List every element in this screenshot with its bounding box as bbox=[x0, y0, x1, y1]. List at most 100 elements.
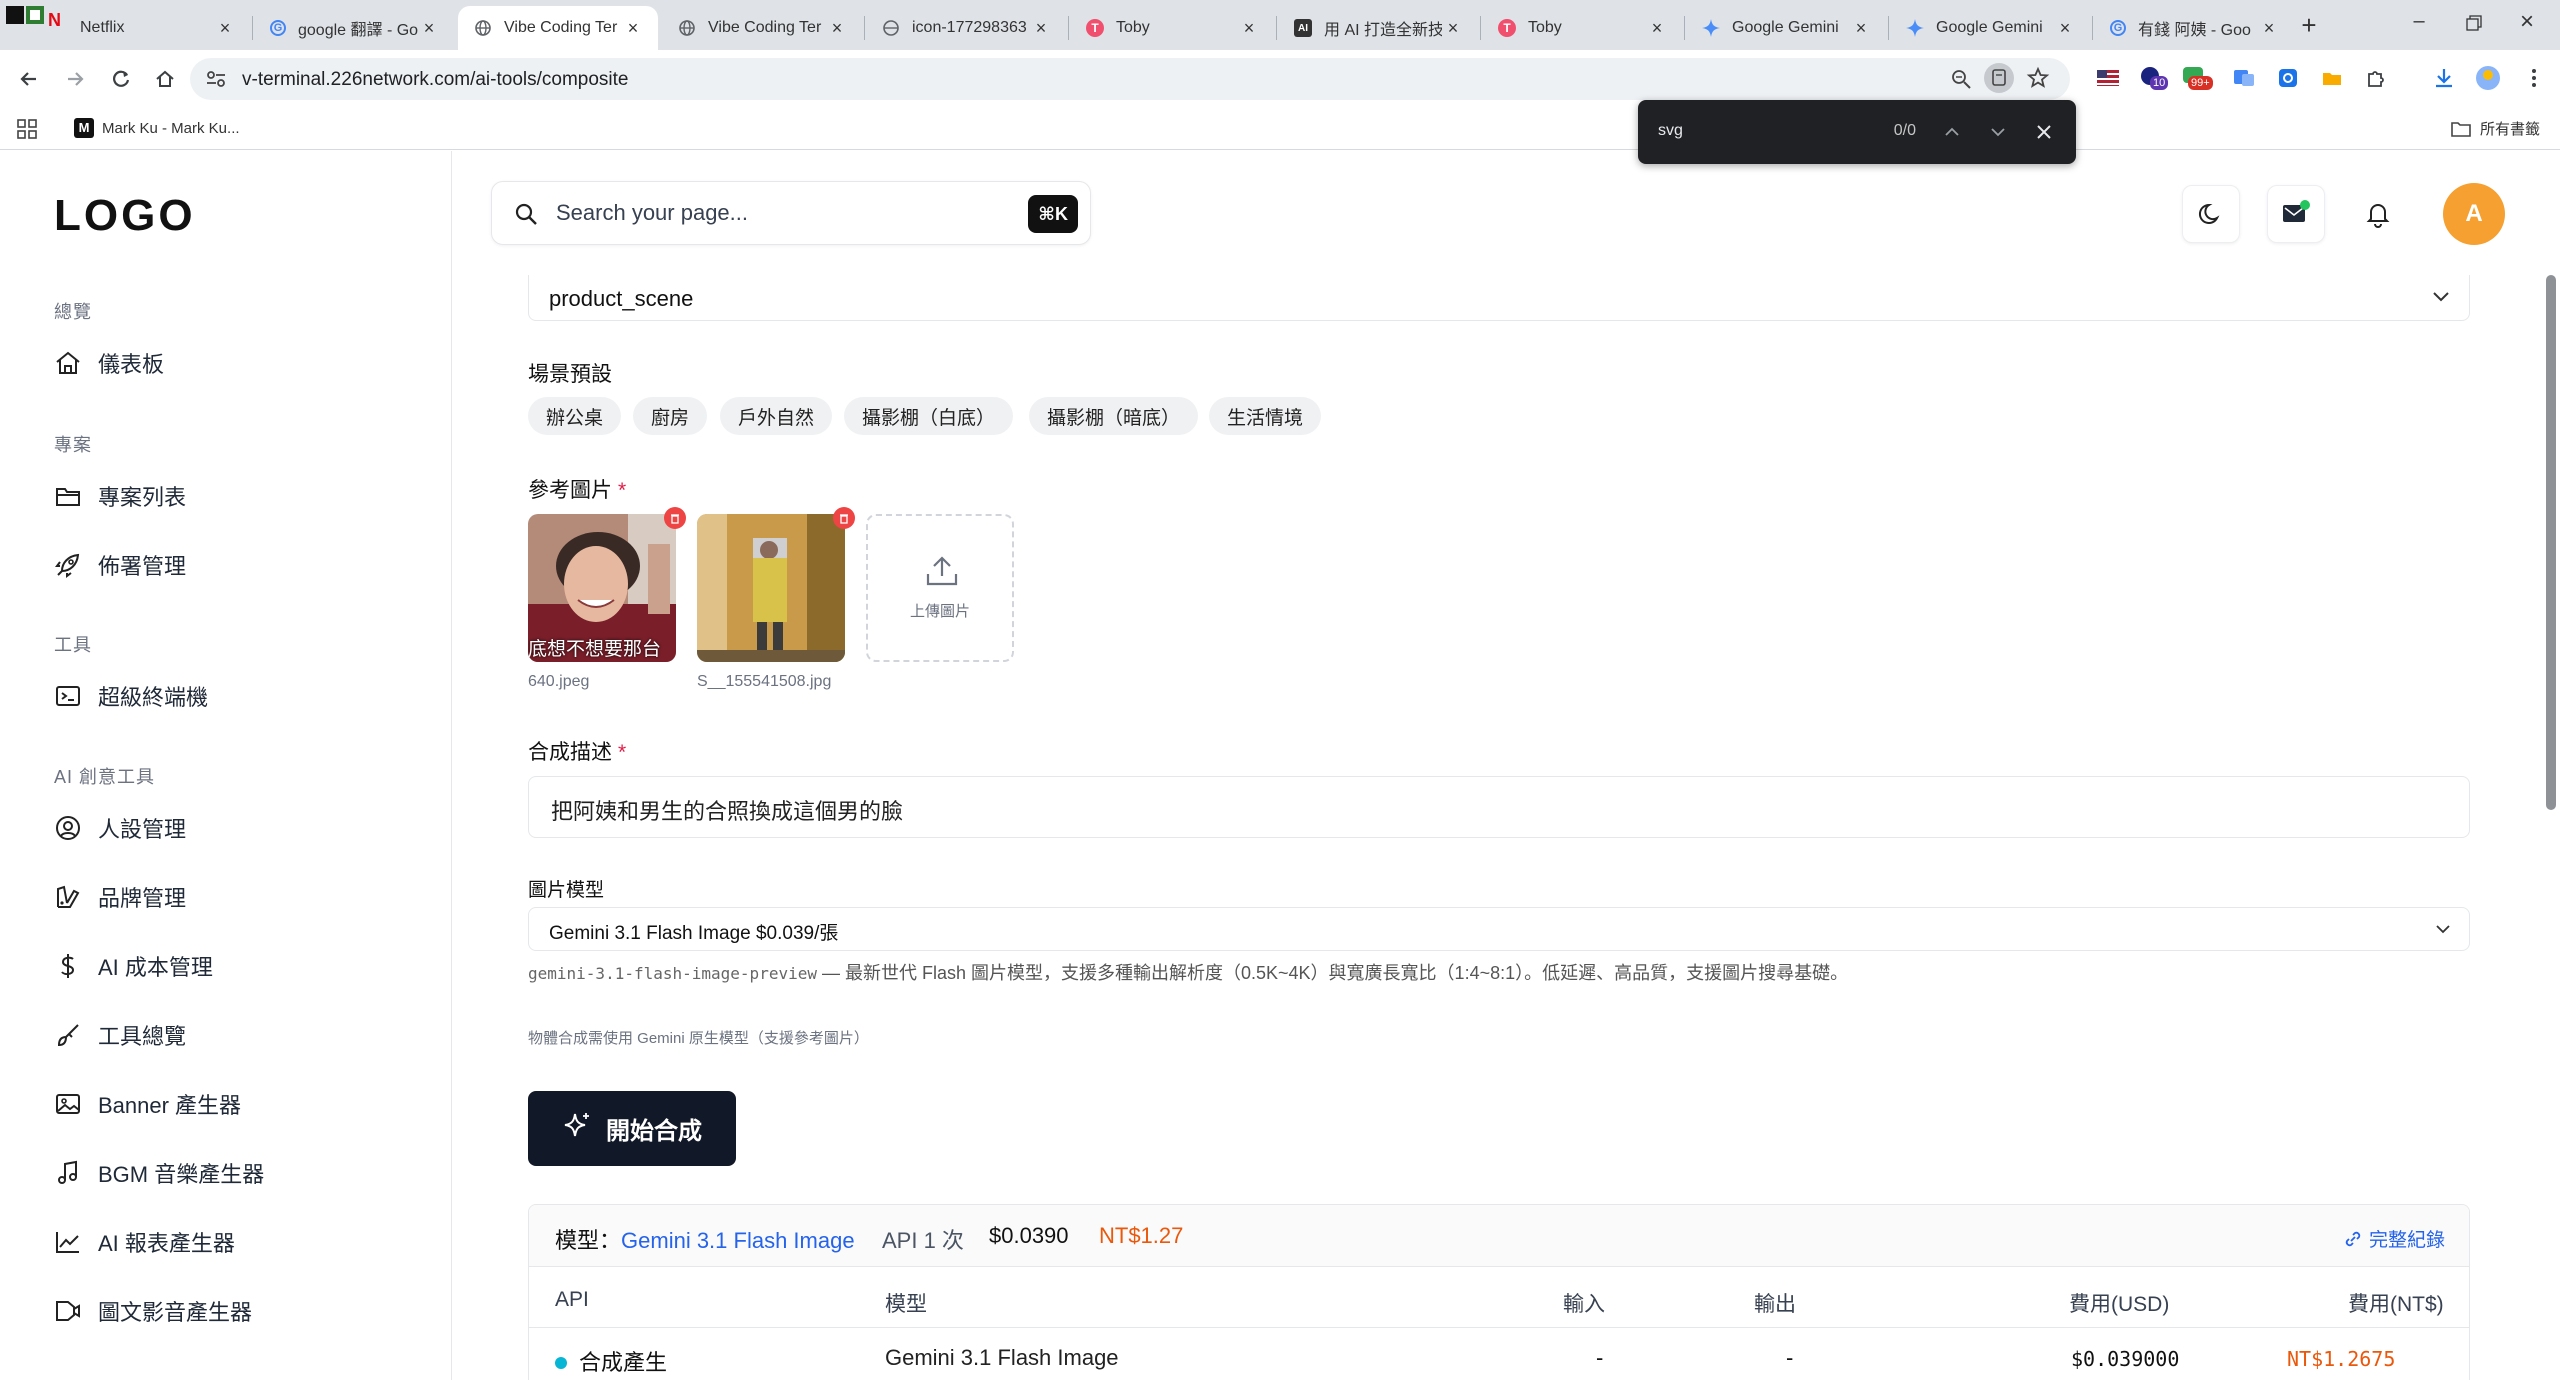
sidebar-item-brand[interactable]: 品牌管理 bbox=[54, 881, 186, 913]
close-icon[interactable]: × bbox=[2054, 18, 2076, 39]
chat-extension-icon[interactable]: 99+ bbox=[2180, 64, 2213, 92]
scrollbar-thumb[interactable] bbox=[2546, 275, 2556, 810]
all-bookmarks-label: 所有書籤 bbox=[2480, 121, 2541, 138]
restore-button[interactable] bbox=[2458, 12, 2488, 42]
reload-button[interactable] bbox=[104, 62, 138, 96]
scene-preset-chip[interactable]: 辦公桌 bbox=[528, 397, 622, 435]
sidebar-item-dashboard[interactable]: 儀表板 bbox=[54, 347, 164, 379]
search-input[interactable]: Search your page... ⌘K bbox=[491, 181, 1091, 245]
sidebar-item-bgm[interactable]: BGM 音樂產生器 bbox=[54, 1157, 264, 1189]
scene-preset-chip[interactable]: 廚房 bbox=[633, 397, 708, 435]
delete-image-icon[interactable] bbox=[833, 507, 855, 529]
apps-grid-icon[interactable] bbox=[16, 118, 38, 140]
tab-netflix[interactable]: Netflix × bbox=[64, 6, 250, 50]
find-close-button[interactable] bbox=[2030, 118, 2058, 146]
close-icon[interactable]: × bbox=[1030, 18, 1052, 39]
close-icon[interactable]: × bbox=[1238, 18, 1260, 39]
tab-title: Vibe Coding Ter bbox=[504, 19, 618, 36]
site-info-icon[interactable] bbox=[204, 68, 228, 95]
folder-icon bbox=[2451, 121, 2471, 137]
scene-preset-chip[interactable]: 攝影棚（白底） bbox=[844, 397, 1014, 435]
puzzle-icon[interactable] bbox=[2362, 64, 2390, 92]
close-icon[interactable]: × bbox=[1646, 18, 1668, 39]
bell-icon[interactable] bbox=[2363, 199, 2393, 234]
folder-extension-icon[interactable] bbox=[2318, 64, 2346, 92]
gear-extension-icon[interactable] bbox=[2274, 64, 2302, 92]
close-window-button[interactable]: × bbox=[2512, 8, 2542, 38]
description-input[interactable]: 把阿姨和男生的合照換成這個男的臉 bbox=[528, 776, 2470, 838]
close-icon[interactable]: × bbox=[1850, 18, 1872, 39]
flag-extension-icon[interactable] bbox=[2094, 64, 2122, 92]
upload-image-button[interactable]: 上傳圖片 bbox=[866, 514, 1014, 662]
close-icon[interactable]: × bbox=[214, 18, 236, 39]
sidebar-item-ai-report[interactable]: AI 報表產生器 bbox=[54, 1226, 235, 1258]
messages-button[interactable] bbox=[2267, 185, 2325, 243]
app-logo[interactable]: LOGO bbox=[54, 191, 196, 241]
bookmark-mark-ku[interactable]: M Mark Ku - Mark Ku... bbox=[74, 118, 240, 138]
full-log-link[interactable]: 完整紀錄 bbox=[2343, 1225, 2445, 1252]
user-avatar[interactable]: A bbox=[2443, 183, 2505, 245]
google-icon: G bbox=[2110, 20, 2126, 36]
close-icon[interactable]: × bbox=[826, 18, 848, 39]
close-icon[interactable]: × bbox=[2258, 18, 2280, 39]
scene-preset-chip[interactable]: 攝影棚（暗底） bbox=[1029, 397, 1199, 435]
folder-icon bbox=[54, 482, 82, 510]
model-id: gemini-3.1-flash-image-preview bbox=[528, 964, 817, 983]
bookmark-star-icon[interactable] bbox=[2026, 66, 2050, 95]
sidebar-item-project-list[interactable]: 專案列表 bbox=[54, 480, 186, 512]
zoom-icon[interactable] bbox=[1950, 68, 1972, 95]
translate-page-icon[interactable] bbox=[1984, 63, 2014, 93]
profile-avatar-icon[interactable] bbox=[2474, 64, 2502, 92]
translate-extension-icon[interactable] bbox=[2230, 64, 2258, 92]
scene-type-value: product_scene bbox=[549, 286, 694, 311]
tab-google-search[interactable]: G 有錢 阿姨 - Goo × bbox=[2094, 6, 2294, 50]
scene-preset-chip[interactable]: 戶外自然 bbox=[720, 397, 833, 435]
sidebar-item-tools-overview[interactable]: 工具總覽 bbox=[54, 1019, 186, 1051]
image-model-select[interactable]: Gemini 3.1 Flash Image $0.039/張 bbox=[528, 907, 2470, 951]
description-label: 合成描述 * bbox=[528, 736, 626, 766]
find-input[interactable]: svg bbox=[1658, 122, 1683, 140]
sidebar-item-ai-cost[interactable]: AI 成本管理 bbox=[54, 950, 213, 982]
find-next-button[interactable] bbox=[1984, 118, 2012, 146]
tab-vibe-coding[interactable]: Vibe Coding Ter × bbox=[662, 6, 862, 50]
tab-title: Toby bbox=[1528, 19, 1562, 36]
image-model-value: Gemini 3.1 Flash Image $0.039/張 bbox=[549, 923, 839, 944]
sidebar-item-persona[interactable]: 人設管理 bbox=[54, 812, 186, 844]
new-tab-button[interactable]: + bbox=[2294, 10, 2324, 40]
scene-preset-chip[interactable]: 生活情境 bbox=[1209, 397, 1322, 435]
download-icon[interactable] bbox=[2430, 64, 2458, 92]
sidebar-item-media-generator[interactable]: 圖文影音產生器 bbox=[54, 1295, 252, 1327]
close-icon[interactable]: × bbox=[1442, 18, 1464, 39]
link-icon bbox=[2345, 1231, 2361, 1246]
tab-ai-article[interactable]: AI 用 AI 打造全新技 × bbox=[1278, 6, 1478, 50]
browser-menu-icon[interactable] bbox=[2520, 64, 2548, 92]
close-icon[interactable]: × bbox=[622, 18, 644, 39]
minimize-button[interactable]: – bbox=[2404, 10, 2434, 40]
find-previous-button[interactable] bbox=[1938, 118, 1966, 146]
tab-toby[interactable]: T Toby × bbox=[1070, 6, 1274, 50]
forward-button[interactable] bbox=[58, 62, 92, 96]
tab-toby-2[interactable]: T Toby × bbox=[1482, 6, 1682, 50]
section-title-tools: 工具 bbox=[54, 635, 92, 655]
tab-gemini-2[interactable]: Google Gemini × bbox=[1890, 6, 2090, 50]
back-button[interactable] bbox=[12, 62, 46, 96]
tab-vibe-coding-active[interactable]: Vibe Coding Ter × bbox=[458, 6, 658, 50]
sidebar-item-deploy[interactable]: 佈署管理 bbox=[54, 549, 186, 581]
home-button[interactable] bbox=[148, 62, 182, 96]
sidebar-item-terminal[interactable]: 超級終端機 bbox=[54, 680, 208, 712]
theme-toggle-button[interactable] bbox=[2182, 185, 2240, 243]
tab-google-translate[interactable]: G google 翻譯 - Go × bbox=[254, 6, 454, 50]
tab-gemini[interactable]: Google Gemini × bbox=[1686, 6, 1886, 50]
close-icon[interactable]: × bbox=[418, 18, 440, 39]
delete-image-icon[interactable] bbox=[664, 507, 686, 529]
address-bar[interactable]: v-terminal.226network.com/ai-tools/compo… bbox=[190, 58, 2070, 100]
ref-image-thumbnail[interactable]: 底想不想要那台 bbox=[528, 514, 676, 662]
window-menu-icon[interactable]: N bbox=[4, 4, 64, 30]
start-composite-button[interactable]: 開始合成 bbox=[528, 1091, 736, 1166]
sidebar-item-banner[interactable]: Banner 產生器 bbox=[54, 1088, 241, 1120]
extension-badge-icon[interactable]: 10 bbox=[2138, 64, 2169, 92]
ref-image-thumbnail[interactable] bbox=[697, 514, 845, 662]
tab-icon-file[interactable]: icon-177298363 × bbox=[866, 6, 1066, 50]
all-bookmarks[interactable]: 所有書籤 bbox=[2450, 118, 2540, 139]
page-scrollbar[interactable] bbox=[2546, 275, 2556, 1380]
